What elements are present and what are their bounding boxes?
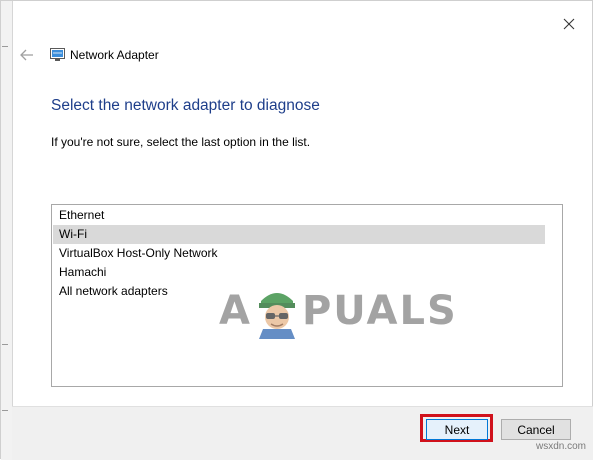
watermark: A PUALS	[219, 283, 458, 339]
left-edge-strip	[1, 1, 13, 460]
watermark-right: PUALS	[301, 288, 458, 334]
page-heading: Select the network adapter to diagnose	[51, 97, 320, 114]
mascot-logo	[258, 293, 295, 339]
edge-mark	[2, 46, 8, 47]
back-arrow-icon	[20, 49, 33, 61]
edge-mark	[2, 410, 8, 411]
instruction-text: If you're not sure, select the last opti…	[51, 135, 311, 149]
dialog-window: Network Adapter Select the network adapt…	[0, 0, 593, 460]
back-button[interactable]	[18, 46, 36, 64]
cancel-button[interactable]: Cancel	[501, 419, 571, 440]
adapter-item-hamachi[interactable]: Hamachi	[53, 263, 545, 282]
network-adapter-icon	[50, 48, 65, 61]
adapter-item-ethernet[interactable]: Ethernet	[53, 206, 545, 225]
site-watermark-label: wsxdn.com	[535, 441, 586, 452]
watermark-left: A	[219, 288, 252, 334]
window-title: Network Adapter	[70, 48, 159, 62]
next-button[interactable]: Next	[426, 419, 488, 440]
edge-mark	[2, 344, 8, 345]
adapter-item-wifi[interactable]: Wi-Fi	[53, 225, 545, 244]
close-button[interactable]	[560, 15, 578, 33]
adapter-item-virtualbox[interactable]: VirtualBox Host-Only Network	[53, 244, 545, 263]
close-icon	[563, 18, 575, 30]
